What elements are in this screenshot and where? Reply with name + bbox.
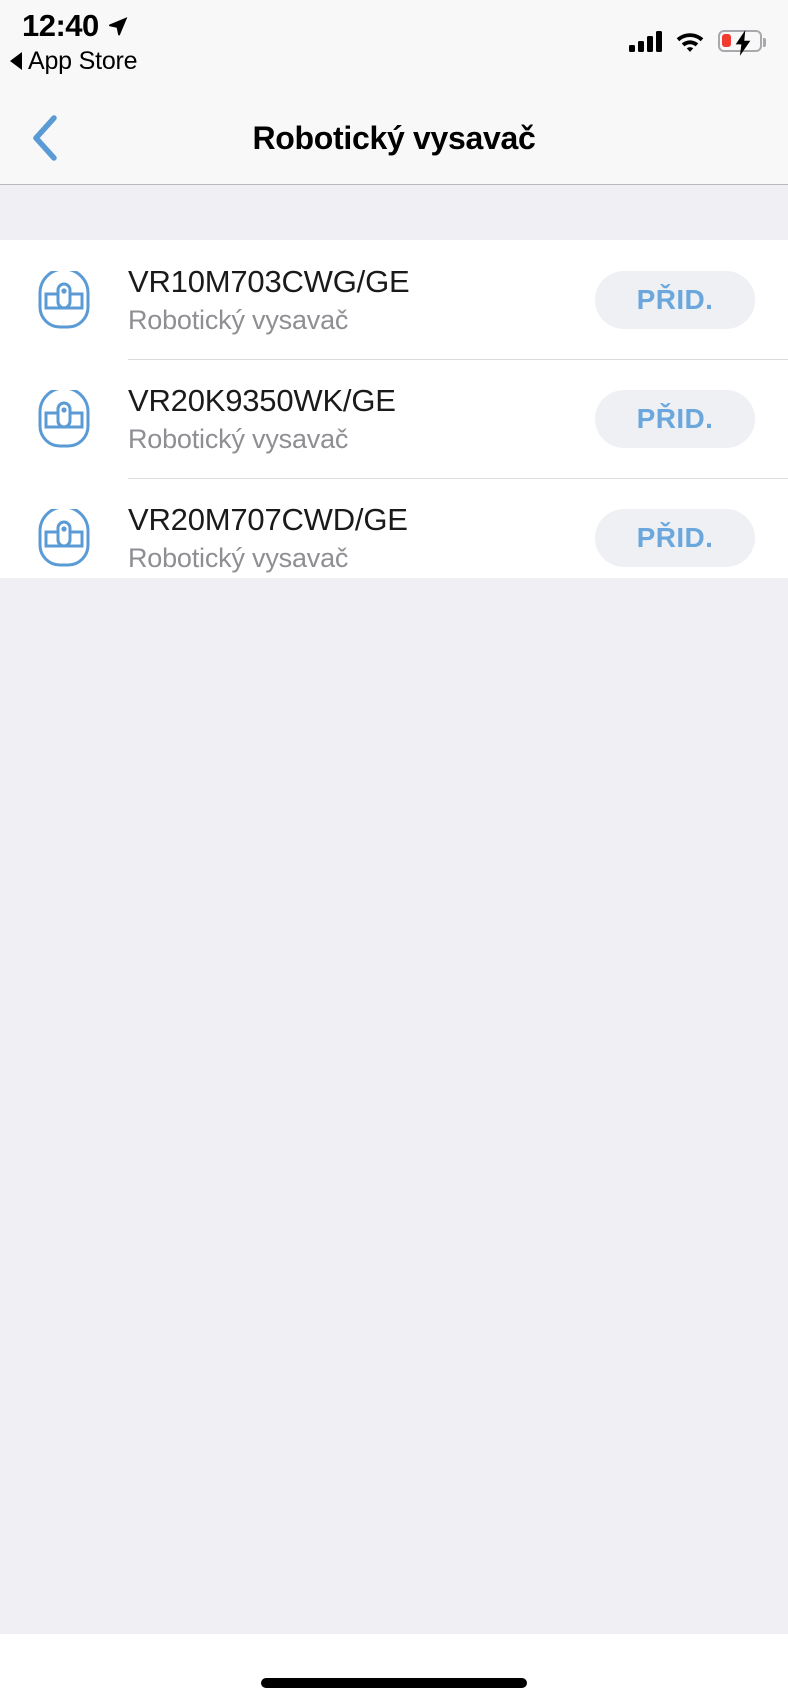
back-to-app-store-button[interactable]: App Store	[10, 47, 138, 75]
list-item-icon-slot	[0, 508, 128, 567]
home-indicator-area	[0, 1634, 788, 1707]
back-to-app-store-label: App Store	[28, 47, 138, 75]
list-item-text: VR20M707CWD/GE Robotický vysavač	[128, 501, 595, 575]
list-item-action-slot: PŘID.	[595, 389, 788, 448]
wifi-icon	[676, 33, 704, 52]
list-item-title: VR20M707CWD/GE	[128, 501, 408, 537]
status-bar-right	[629, 27, 766, 56]
device-model-list: VR10M703CWG/GE Robotický vysavač PŘID. V…	[0, 240, 788, 597]
list-item-action-slot: PŘID.	[595, 508, 788, 567]
status-bar-clock: 12:40	[22, 8, 99, 43]
battery-charging-icon	[718, 30, 766, 56]
list-item-subtitle: Robotický vysavač	[128, 542, 349, 573]
battery-level-fill	[722, 34, 731, 47]
app-screen: 12:40 App Store Robotický vysavač VR10M7…	[0, 0, 788, 1707]
list-item[interactable]: VR10M703CWG/GE Robotický vysavač PŘID.	[0, 240, 788, 359]
list-item-title: VR20K9350WK/GE	[128, 382, 396, 418]
add-device-button[interactable]: PŘID.	[595, 508, 755, 567]
section-gap-top	[0, 186, 788, 240]
battery-cap	[763, 38, 766, 47]
robot-vacuum-icon	[38, 270, 90, 328]
add-device-button[interactable]: PŘID.	[595, 389, 755, 448]
triangle-left-icon	[10, 52, 22, 70]
robot-vacuum-icon	[38, 508, 90, 566]
add-device-button[interactable]: PŘID.	[595, 270, 755, 329]
status-bar-left: 12:40 App Store	[10, 8, 138, 75]
list-item-subtitle: Robotický vysavač	[128, 423, 349, 454]
list-item[interactable]: VR20K9350WK/GE Robotický vysavač PŘID.	[0, 359, 788, 478]
cellular-signal-icon	[629, 30, 662, 52]
status-bar-time-group: 12:40	[22, 8, 129, 44]
home-indicator[interactable]	[261, 1678, 527, 1688]
list-item-subtitle: Robotický vysavač	[128, 304, 349, 335]
navigation-bar: Robotický vysavač	[0, 92, 788, 185]
list-item-text: VR20K9350WK/GE Robotický vysavač	[128, 382, 595, 456]
list-item-action-slot: PŘID.	[595, 270, 788, 329]
list-item-title: VR10M703CWG/GE	[128, 263, 410, 299]
list-item-icon-slot	[0, 389, 128, 448]
empty-content-area	[0, 578, 788, 1634]
robot-vacuum-icon	[38, 389, 90, 447]
location-arrow-icon	[108, 17, 127, 36]
list-item-icon-slot	[0, 270, 128, 329]
page-title: Robotický vysavač	[252, 119, 536, 156]
charging-bolt-icon	[735, 30, 751, 56]
status-bar: 12:40 App Store	[0, 0, 788, 92]
list-item-text: VR10M703CWG/GE Robotický vysavač	[128, 263, 595, 337]
